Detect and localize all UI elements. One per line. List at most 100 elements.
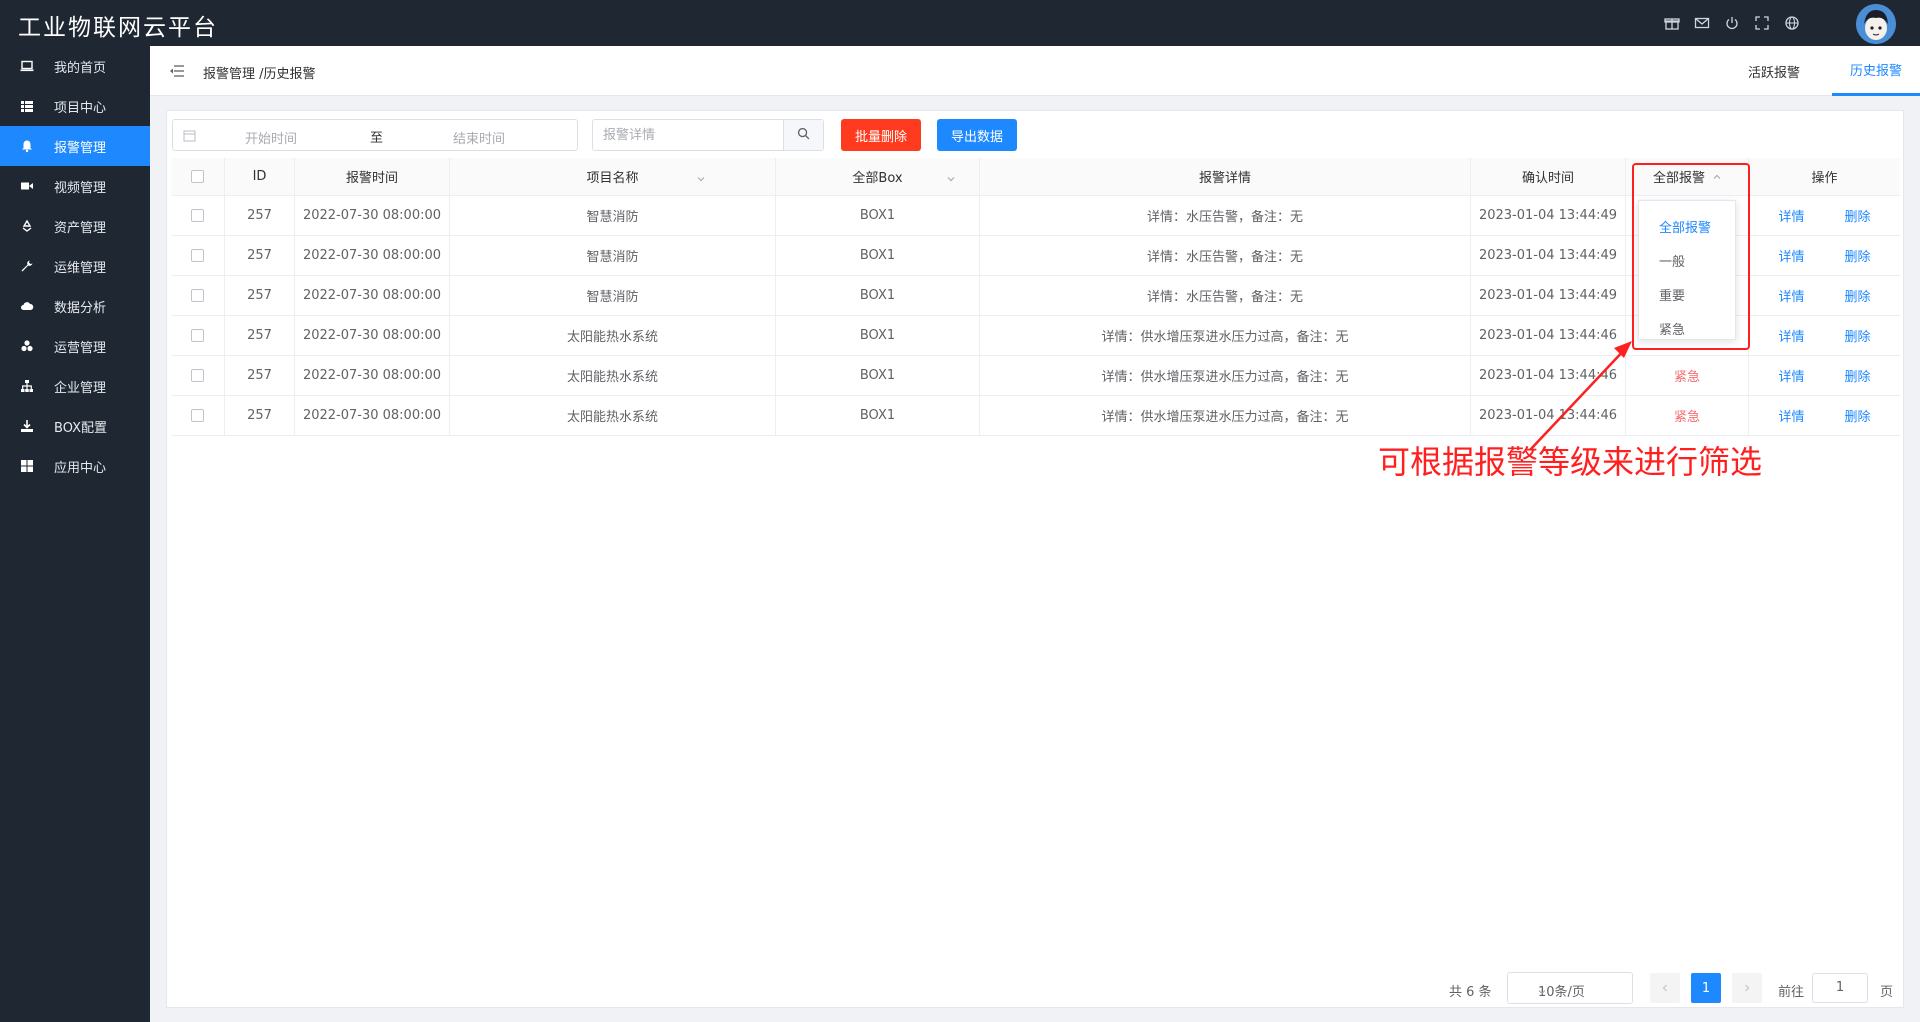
sidebar-item-home[interactable]: 我的首页: [0, 46, 150, 86]
cell-detail: 详情：供水增压泵进水压力过高，备注：无: [980, 356, 1471, 395]
cell-confirm-time: 2023-01-04 13:44:49: [1471, 196, 1626, 235]
sidebar-item-label: 项目中心: [54, 100, 107, 116]
search-icon: [797, 127, 810, 144]
video-icon: [20, 179, 34, 193]
detail-link[interactable]: 详情: [1778, 246, 1804, 265]
delete-link[interactable]: 删除: [1845, 206, 1871, 225]
detail-link[interactable]: 详情: [1778, 366, 1804, 385]
delete-link[interactable]: 删除: [1845, 246, 1871, 265]
col-confirm-time: 确认时间: [1471, 158, 1626, 195]
detail-link[interactable]: 详情: [1778, 206, 1804, 225]
sidebar-item-enterprise[interactable]: 企业管理: [0, 366, 150, 406]
row-checkbox[interactable]: [191, 209, 204, 222]
date-range-picker[interactable]: 开始时间 至 结束时间: [172, 119, 578, 151]
cell-detail: 详情：水压告警，备注：无: [980, 236, 1471, 275]
delete-link[interactable]: 删除: [1845, 406, 1871, 425]
sidebar-item-analytics[interactable]: 数据分析: [0, 286, 150, 326]
row-checkbox[interactable]: [191, 249, 204, 262]
sidebar-item-alarms[interactable]: 报警管理: [0, 126, 150, 166]
delete-link[interactable]: 删除: [1845, 366, 1871, 385]
batch-delete-button[interactable]: 批量删除: [841, 119, 922, 151]
sidebar-item-label: 运维管理: [54, 260, 107, 276]
top-bar: 工业物联网云平台: [0, 0, 1920, 46]
export-button[interactable]: 导出数据: [937, 119, 1018, 151]
cell-ops: 详情 删除: [1749, 316, 1900, 355]
wrench-icon: [20, 259, 34, 273]
cell-id: 257: [225, 356, 295, 395]
cell-confirm-time: 2023-01-04 13:44:49: [1471, 276, 1626, 315]
app-title: 工业物联网云平台: [18, 15, 218, 41]
col-ops: 操作: [1811, 171, 1838, 186]
row-checkbox[interactable]: [191, 409, 204, 422]
end-time-placeholder[interactable]: 结束时间: [453, 128, 505, 147]
chevron-right-icon: [1743, 981, 1751, 996]
sidebar-item-assets[interactable]: 资产管理: [0, 206, 150, 246]
sidebar-item-video[interactable]: 视频管理: [0, 166, 150, 206]
cell-level: 紧急: [1626, 356, 1749, 395]
gift-icon[interactable]: [1664, 15, 1680, 31]
row-select-cell: [171, 316, 225, 355]
list-icon: [20, 99, 34, 113]
sidebar-item-label: 运营管理: [54, 340, 107, 356]
select-all-cell: [171, 158, 225, 195]
col-box-cell[interactable]: 全部Box: [776, 158, 980, 195]
col-project-cell[interactable]: 项目名称: [450, 158, 776, 195]
sidebar-item-projects[interactable]: 项目中心: [0, 86, 150, 126]
cell-detail: 详情：水压告警，备注：无: [980, 276, 1471, 315]
range-separator: 至: [370, 131, 384, 146]
mail-icon[interactable]: [1694, 15, 1710, 31]
cell-project: 太阳能热水系统: [450, 396, 776, 435]
cell-ops: 详情 删除: [1749, 196, 1900, 235]
cell-box: BOX1: [776, 276, 980, 315]
grid-icon: [20, 459, 34, 473]
globe-icon[interactable]: [1784, 15, 1800, 31]
next-page-button[interactable]: [1732, 973, 1762, 1003]
detail-link[interactable]: 详情: [1778, 326, 1804, 345]
detail-link[interactable]: 详情: [1778, 406, 1804, 425]
cell-box: BOX1: [776, 356, 980, 395]
delete-link[interactable]: 删除: [1845, 326, 1871, 345]
sidebar-item-operations[interactable]: 运营管理: [0, 326, 150, 366]
search-button[interactable]: [783, 120, 823, 150]
row-select-cell: [171, 196, 225, 235]
goto-page-input[interactable]: 1: [1812, 973, 1868, 1003]
goto-label: 前往: [1778, 985, 1805, 1000]
cell-id: 257: [225, 276, 295, 315]
cell-project: 智慧消防: [450, 236, 776, 275]
cell-id: 257: [225, 396, 295, 435]
start-time-placeholder[interactable]: 开始时间: [245, 128, 297, 147]
sidebar-item-label: 视频管理: [54, 180, 107, 196]
fullscreen-icon[interactable]: [1754, 15, 1770, 31]
sidebar-item-label: BOX配置: [54, 420, 107, 436]
page-size-select[interactable]: 10条/页: [1507, 972, 1633, 1004]
bell-icon: [20, 139, 34, 153]
page-number-button[interactable]: 1: [1691, 973, 1721, 1003]
top-icon-group: [1664, 15, 1800, 31]
prev-page-button[interactable]: [1650, 973, 1680, 1003]
tab-history-alarms[interactable]: 历史报警: [1831, 46, 1920, 96]
user-avatar[interactable]: [1856, 4, 1896, 44]
menu-toggle-icon[interactable]: [170, 65, 184, 77]
row-checkbox[interactable]: [191, 289, 204, 302]
chevron-down-icon: [947, 172, 955, 182]
cell-confirm-time: 2023-01-04 13:44:49: [1471, 236, 1626, 275]
col-box: 全部Box: [852, 171, 903, 186]
detail-link[interactable]: 详情: [1778, 286, 1804, 305]
cell-project: 智慧消防: [450, 196, 776, 235]
delete-link[interactable]: 删除: [1845, 286, 1871, 305]
select-all-checkbox[interactable]: [191, 170, 204, 183]
row-checkbox[interactable]: [191, 329, 204, 342]
row-checkbox[interactable]: [191, 369, 204, 382]
search-input[interactable]: [593, 120, 783, 150]
cell-ops: 详情 删除: [1749, 356, 1900, 395]
cell-id: 257: [225, 316, 295, 355]
sidebar-item-label: 企业管理: [54, 380, 107, 396]
sidebar-item-ops[interactable]: 运维管理: [0, 246, 150, 286]
org-chart-icon: [20, 379, 34, 393]
sidebar-item-apps[interactable]: 应用中心: [0, 446, 150, 486]
sidebar-item-label: 报警管理: [54, 140, 107, 156]
cell-project: 太阳能热水系统: [450, 356, 776, 395]
sidebar-item-box-config[interactable]: BOX配置: [0, 406, 150, 446]
power-icon[interactable]: [1724, 15, 1740, 31]
tab-active-alarms[interactable]: 活跃报警: [1730, 46, 1818, 96]
